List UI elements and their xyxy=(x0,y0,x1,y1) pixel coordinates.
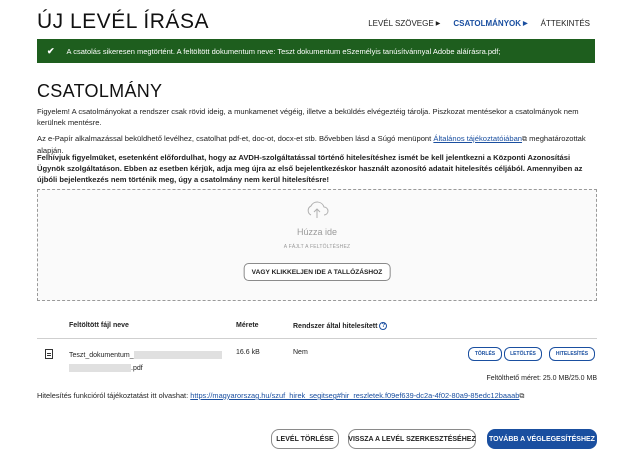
finalize-button[interactable]: TOVÁBB A VÉGLEGESÍTÉSHEZ xyxy=(487,429,597,449)
auth-info-text: Hitelesítés funkcióról tájékoztatást itt… xyxy=(37,391,191,400)
delete-letter-button[interactable]: LEVÉL TÖRLÉSE xyxy=(271,429,339,449)
success-banner: ✔ A csatolás sikeresen megtörtént. A fel… xyxy=(37,39,595,63)
dropzone-title: Húzza ide xyxy=(296,227,338,237)
nav-item-overview[interactable]: ÁTTEKINTÉS xyxy=(541,19,590,28)
back-to-editor-button[interactable]: VISSZA A LEVÉL SZERKESZTÉSÉHEZ xyxy=(348,429,476,449)
section-title: CSATOLMÁNY xyxy=(37,81,163,101)
file-name: Teszt_dokumentum_ .pdf xyxy=(69,349,222,375)
redacted-text xyxy=(133,351,222,360)
file-size: 16.6 kB xyxy=(236,349,260,356)
table-divider xyxy=(37,338,597,339)
auth-info-link[interactable]: https://magyarorszag.hu/szuf_hirek_segit… xyxy=(190,391,519,400)
nav-item-label: LEVÉL SZÖVEGE xyxy=(368,19,434,28)
redacted-text xyxy=(69,364,131,373)
nav-item-label: ÁTTEKINTÉS xyxy=(540,19,590,28)
nav-item-label: CSATOLMÁNYOK xyxy=(453,19,522,28)
cloud-upload-icon xyxy=(307,201,329,218)
info-icon[interactable]: ? xyxy=(379,322,388,330)
download-file-button[interactable]: LETÖLTÉS xyxy=(504,347,542,361)
general-info-link[interactable]: Általános tájékoztatóiában xyxy=(433,134,522,143)
warning-paragraph: Figyelem! A csatolmányokat a rendszer cs… xyxy=(37,107,579,127)
nav-item-letter-text[interactable]: LEVÉL SZÖVEGE ▶ xyxy=(368,19,440,28)
authentication-info: Hitelesítés funkcióról tájékoztatást itt… xyxy=(37,391,524,401)
info-text-before: Az e-Papír alkalmazással beküldhető levé… xyxy=(37,134,434,143)
page-title: ÚJ LEVÉL ÍRÁSA xyxy=(37,10,209,33)
authenticate-file-button[interactable]: HITELESÍTÉS xyxy=(549,347,595,361)
document-icon xyxy=(45,349,53,359)
file-name-line2: .pdf xyxy=(131,365,143,372)
delete-file-button[interactable]: TÖRLÉS xyxy=(468,347,502,361)
file-dropzone[interactable]: Húzza ide A FÁJLT A FELTÖLTÉSHEZ VAGY KL… xyxy=(37,189,597,301)
file-name-line1: Teszt_dokumentum_ xyxy=(69,352,134,359)
column-header-size: Mérete xyxy=(236,322,259,329)
file-authenticated: Nem xyxy=(293,349,308,356)
nav-item-attachments[interactable]: CSATOLMÁNYOK ▶ xyxy=(453,19,527,28)
dropzone-subtitle: A FÁJLT A FELTÖLTÉSHEZ xyxy=(283,244,351,250)
browse-button[interactable]: VAGY KLIKKELJEN IDE A TALLÓZÁSHOZ xyxy=(243,263,391,281)
caret-right-icon: ▶ xyxy=(523,21,528,27)
top-navigation: LEVÉL SZÖVEGE ▶ CSATOLMÁNYOK ▶ ÁTTEKINTÉ… xyxy=(368,19,590,28)
column-header-auth: Rendszer által hitelesített? xyxy=(293,322,388,330)
caret-right-icon: ▶ xyxy=(435,21,441,27)
external-link-icon: ⧉ xyxy=(519,393,525,400)
banner-text: A csatolás sikeresen megtörtént. A feltö… xyxy=(66,46,501,56)
column-header-name: Feltöltött fájl neve xyxy=(69,322,129,329)
notice-paragraph: Felhívjuk figyelmüket, esetenként előfor… xyxy=(37,153,583,184)
check-icon: ✔ xyxy=(47,45,55,56)
upload-size-info: Feltölthető méret: 25.0 MB/25.0 MB xyxy=(486,375,598,382)
column-header-auth-label: Rendszer által hitelesített xyxy=(293,322,378,330)
